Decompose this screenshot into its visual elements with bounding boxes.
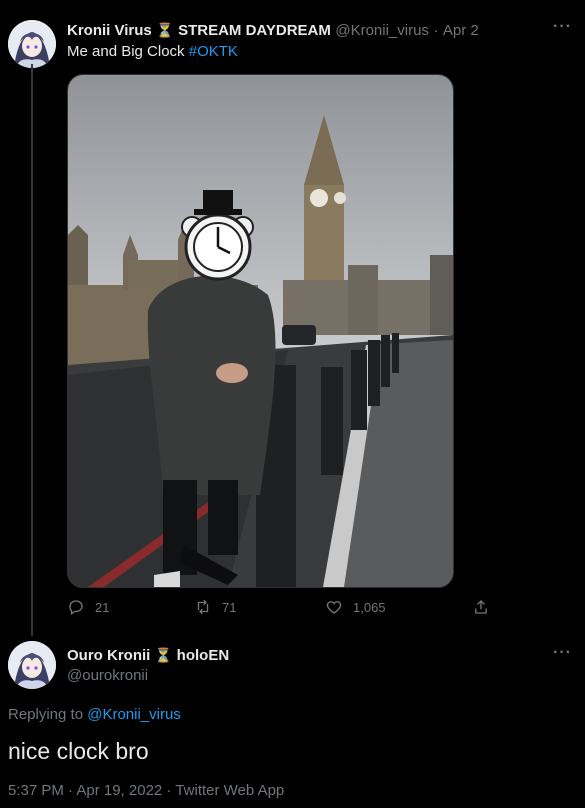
reply-timestamp[interactable]: 5:37 PM · Apr 19, 2022 · Twitter Web App <box>8 781 284 801</box>
tweet-body: Me and Big Clock <box>67 43 185 60</box>
avatar-image <box>8 20 56 68</box>
avatar-image <box>8 641 56 689</box>
tweet-header: Kronii Virus ⏳ STREAM DAYDREAM @Kronii_v… <box>67 20 479 41</box>
thread-line <box>31 64 33 636</box>
author-name[interactable]: Kronii Virus <box>67 22 152 39</box>
reply-text: nice clock bro <box>8 738 149 764</box>
retweet-action[interactable]: 71 <box>194 598 236 616</box>
replying-to-link[interactable]: @Kronii_virus <box>87 706 181 723</box>
reply-icon <box>69 600 83 616</box>
tweet-text: Me and Big Clock #OKTK <box>67 42 238 62</box>
like-action[interactable]: 1,065 <box>325 598 386 616</box>
more-icon[interactable]: ··· <box>553 644 572 662</box>
author-suffix[interactable]: STREAM DAYDREAM <box>178 22 331 39</box>
tweet-date[interactable]: Apr 2 <box>443 22 479 39</box>
hourglass-icon: ⏳ <box>156 22 174 38</box>
like-count: 1,065 <box>353 599 386 615</box>
tweet-photo[interactable] <box>67 74 454 588</box>
share-icon <box>475 600 487 614</box>
heart-icon <box>326 601 342 614</box>
reply-action[interactable]: 21 <box>67 598 109 616</box>
replying-prefix: Replying to <box>8 706 84 723</box>
hashtag-link[interactable]: #OKTK <box>189 43 238 60</box>
retweet-icon <box>197 599 209 615</box>
replying-to: Replying to @Kronii_virus <box>8 705 181 725</box>
reply-author-avatar[interactable] <box>8 641 56 689</box>
reply-name-row: Ouro Kronii ⏳ holoEN <box>67 645 229 666</box>
photo-image <box>68 75 453 587</box>
header-separator: · <box>433 22 439 39</box>
share-action[interactable] <box>472 598 490 616</box>
more-icon[interactable]: ··· <box>553 18 572 36</box>
author-handle[interactable]: @Kronii_virus <box>335 22 429 39</box>
reply-author-name[interactable]: Ouro Kronii <box>67 647 150 664</box>
reply-author-suffix[interactable]: holoEN <box>177 647 230 664</box>
hourglass-icon: ⏳ <box>154 647 173 663</box>
retweet-count: 71 <box>222 599 237 615</box>
reply-author-handle[interactable]: @ourokronii <box>67 666 148 686</box>
author-avatar[interactable] <box>8 20 56 68</box>
reply-count: 21 <box>95 599 110 615</box>
